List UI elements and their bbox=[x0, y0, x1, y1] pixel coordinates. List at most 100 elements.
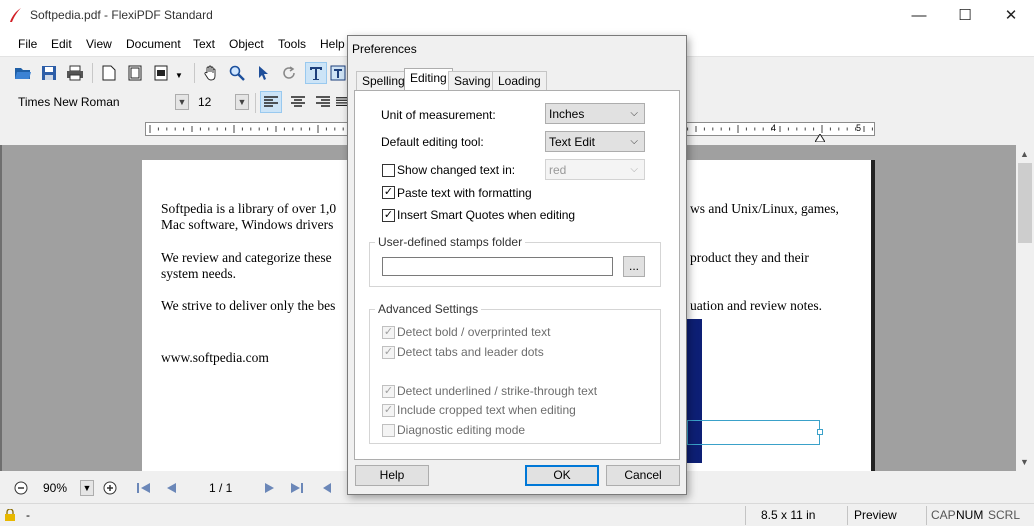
doc-text-line[interactable]: system needs. bbox=[161, 266, 236, 282]
cancel-button[interactable]: Cancel bbox=[606, 465, 680, 486]
zoom-out-icon[interactable] bbox=[14, 481, 28, 495]
stamps-group-label: User-defined stamps folder bbox=[375, 235, 526, 249]
changed-color-select[interactable]: red ⌵ bbox=[545, 159, 645, 180]
back-view-icon[interactable] bbox=[322, 482, 338, 494]
chevron-down-icon: ⌵ bbox=[630, 164, 638, 175]
open-button[interactable] bbox=[12, 62, 34, 84]
page-width-button[interactable] bbox=[150, 62, 172, 84]
doc-text-line[interactable]: uation and review notes. bbox=[690, 298, 822, 314]
scroll-up-icon[interactable]: ▲ bbox=[1020, 149, 1029, 159]
folder-open-icon bbox=[15, 68, 31, 79]
rotate-tool-button[interactable] bbox=[278, 62, 300, 84]
tab-loading[interactable]: Loading bbox=[492, 71, 547, 90]
align-left-button[interactable] bbox=[260, 91, 282, 113]
paste-formatting-checkbox[interactable]: ✓ bbox=[382, 186, 395, 199]
tab-saving[interactable]: Saving bbox=[448, 71, 497, 90]
menu-document[interactable]: Document bbox=[126, 37, 181, 51]
first-page-icon[interactable] bbox=[137, 482, 151, 494]
detect-underlined-label: Detect underlined / strike-through text bbox=[397, 384, 598, 398]
help-button[interactable]: Help bbox=[355, 465, 429, 486]
page-single-button[interactable] bbox=[98, 62, 120, 84]
indent-marker-icon[interactable] bbox=[815, 134, 825, 142]
resize-handle[interactable] bbox=[817, 429, 823, 435]
text-selection-box[interactable] bbox=[687, 420, 823, 445]
caps-lock-status: CAP bbox=[931, 508, 956, 522]
chevron-down-icon: ⌵ bbox=[630, 108, 638, 119]
menu-help[interactable]: Help bbox=[320, 37, 345, 51]
scroll-lock-status: SCRL bbox=[988, 508, 1021, 522]
stamps-folder-input[interactable] bbox=[382, 257, 613, 276]
doc-text-line[interactable]: We strive to deliver only the bes bbox=[161, 298, 335, 314]
browse-button[interactable]: ... bbox=[623, 256, 645, 277]
next-page-icon[interactable] bbox=[264, 482, 276, 494]
align-center-button[interactable] bbox=[287, 91, 309, 113]
include-cropped-label: Include cropped text when editing bbox=[397, 403, 576, 417]
maximize-button[interactable]: ☐ bbox=[942, 0, 988, 32]
include-cropped-checkbox[interactable]: ✓ bbox=[382, 404, 395, 417]
chevron-down-icon[interactable]: ▼ bbox=[175, 94, 189, 110]
text-edit-tool-button[interactable] bbox=[305, 62, 327, 84]
menu-file[interactable]: File bbox=[18, 37, 37, 51]
tab-editing[interactable]: Editing bbox=[404, 68, 453, 91]
mode-status: Preview bbox=[854, 508, 897, 522]
prev-page-icon[interactable] bbox=[165, 482, 177, 494]
scroll-down-icon[interactable]: ▼ bbox=[1020, 457, 1029, 467]
detect-tabs-checkbox[interactable]: ✓ bbox=[382, 346, 395, 359]
menu-object[interactable]: Object bbox=[229, 37, 264, 51]
menu-view[interactable]: View bbox=[86, 37, 112, 51]
minimize-button[interactable]: — bbox=[896, 0, 942, 32]
vertical-scrollbar[interactable]: ▲ ▼ bbox=[1016, 145, 1034, 471]
align-right-button[interactable] bbox=[312, 91, 334, 113]
ok-button[interactable]: OK bbox=[525, 465, 599, 486]
tab-spelling[interactable]: Spelling bbox=[356, 71, 411, 90]
page-fit-icon bbox=[128, 65, 142, 81]
chevron-down-icon[interactable]: ▼ bbox=[235, 94, 249, 110]
zoom-in-icon[interactable] bbox=[103, 481, 117, 495]
menu-tools[interactable]: Tools bbox=[278, 37, 306, 51]
advanced-group-label: Advanced Settings bbox=[375, 302, 482, 316]
menu-text[interactable]: Text bbox=[193, 37, 215, 51]
zoom-value[interactable]: 90% bbox=[43, 481, 67, 495]
flexipdf-logo-icon bbox=[10, 8, 21, 22]
smart-quotes-checkbox[interactable]: ✓ bbox=[382, 209, 395, 222]
text-box-tool-button[interactable] bbox=[330, 62, 346, 84]
font-size-select[interactable]: 12 ▼ bbox=[194, 92, 249, 112]
zoom-dropdown-icon[interactable]: ▼ bbox=[80, 480, 94, 496]
print-button[interactable] bbox=[64, 62, 86, 84]
doc-text-line[interactable]: Mac software, Windows drivers bbox=[161, 217, 333, 233]
status-separator bbox=[926, 506, 927, 525]
chevron-down-icon: ⌵ bbox=[630, 136, 638, 147]
select-tool-button[interactable] bbox=[252, 62, 274, 84]
preferences-dialog: Preferences Spelling Editing Saving Load… bbox=[347, 35, 687, 495]
unit-select[interactable]: Inches ⌵ bbox=[545, 103, 645, 124]
tool-label: Default editing tool: bbox=[381, 135, 484, 149]
last-page-icon[interactable] bbox=[290, 482, 304, 494]
detect-bold-checkbox[interactable]: ✓ bbox=[382, 326, 395, 339]
doc-text-line[interactable]: www.softpedia.com bbox=[161, 350, 269, 366]
toolbar-separator bbox=[255, 93, 256, 113]
ruler-label: 4 bbox=[771, 123, 777, 133]
menu-edit[interactable]: Edit bbox=[51, 37, 72, 51]
diagnostic-mode-checkbox[interactable] bbox=[382, 424, 395, 437]
default-tool-select[interactable]: Text Edit ⌵ bbox=[545, 131, 645, 152]
save-button[interactable] bbox=[38, 62, 60, 84]
close-button[interactable]: ✕ bbox=[988, 0, 1034, 32]
paste-formatting-label: Paste text with formatting bbox=[397, 186, 532, 200]
doc-text-line[interactable]: ws and Unix/Linux, games, bbox=[690, 201, 839, 217]
page-indicator[interactable]: 1 / 1 bbox=[209, 481, 232, 495]
dropdown-arrow-icon[interactable]: ▼ bbox=[175, 71, 183, 80]
doc-text-line[interactable]: Softpedia is a library of over 1,0 bbox=[161, 201, 336, 217]
page-fit-button[interactable] bbox=[124, 62, 146, 84]
hand-tool-button[interactable] bbox=[200, 62, 222, 84]
show-changed-checkbox[interactable] bbox=[382, 164, 395, 177]
font-family-select[interactable]: Times New Roman ▼ bbox=[14, 92, 189, 112]
text-t-icon bbox=[310, 67, 322, 80]
doc-text-line[interactable]: product they and their bbox=[690, 250, 809, 266]
detect-underlined-checkbox[interactable]: ✓ bbox=[382, 385, 395, 398]
scrollbar-thumb[interactable] bbox=[1018, 163, 1032, 243]
page-size-status: 8.5 x 11 in bbox=[761, 508, 816, 522]
status-bar: - 8.5 x 11 in Preview CAP NUM SCRL bbox=[0, 503, 1034, 526]
diagnostic-mode-label: Diagnostic editing mode bbox=[397, 423, 526, 437]
doc-text-line[interactable]: We review and categorize these bbox=[161, 250, 332, 266]
zoom-tool-button[interactable] bbox=[226, 62, 248, 84]
